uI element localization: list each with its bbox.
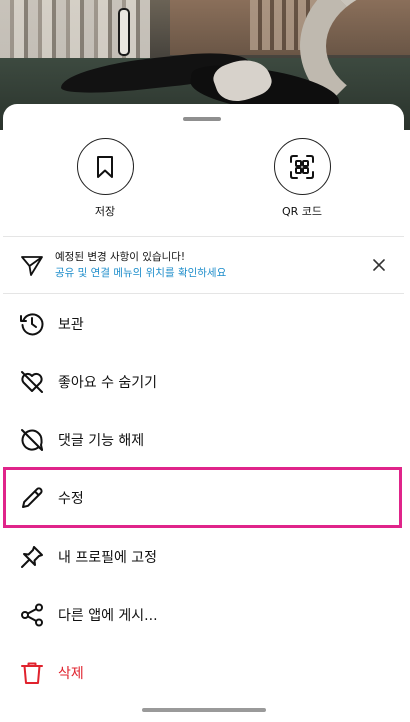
archive-history-icon (20, 313, 44, 336)
home-indicator[interactable] (142, 708, 266, 712)
circle-frame (273, 138, 331, 195)
pin-icon (21, 546, 43, 568)
menu-item-label: 다른 앱에 게시... (58, 608, 158, 624)
menu-item-label: 보관 (58, 317, 84, 333)
options-bottom-sheet: 저장 QR 코드 예정된 변경 사항이 있습니다! 공유 및 연결 메뉴의 위치… (3, 104, 404, 722)
circle-frame (76, 138, 134, 195)
menu-item-label: 댓글 기능 해제 (58, 433, 145, 449)
comment-off-icon (21, 429, 43, 451)
save-button[interactable]: 저장 (50, 138, 160, 219)
menu-item-label: 내 프로필에 고정 (58, 550, 158, 566)
menu-item-hide-likes[interactable]: 좋아요 수 숨기기 (3, 352, 404, 410)
menu-item-delete[interactable]: 삭제 (3, 643, 404, 701)
heart-crossed-icon (21, 371, 43, 393)
menu-item-label: 삭제 (58, 666, 84, 682)
menu-item-label: 좋아요 수 숨기기 (58, 375, 158, 391)
change-notice: 예정된 변경 사항이 있습니다! 공유 및 연결 메뉴의 위치를 확인하세요 (3, 237, 404, 293)
share-icon (21, 603, 43, 627)
qr-code-label: QR 코드 (281, 205, 323, 218)
save-label: 저장 (94, 205, 116, 218)
sheet-grabber[interactable] (183, 117, 221, 121)
qr-code-icon (290, 154, 314, 179)
selection-highlight (3, 467, 402, 528)
qr-code-button[interactable]: QR 코드 (247, 138, 357, 219)
menu-item-turn-off-comments[interactable]: 댓글 기능 해제 (3, 410, 404, 468)
notice-link[interactable]: 공유 및 연결 메뉴의 위치를 확인하세요 (55, 265, 226, 280)
menu-item-pin-to-profile[interactable]: 내 프로필에 고정 (3, 527, 404, 585)
menu-item-archive[interactable]: 보관 (3, 294, 404, 352)
notice-title: 예정된 변경 사항이 있습니다! (55, 251, 186, 263)
close-icon[interactable] (369, 255, 389, 275)
menu-item-share-to-apps[interactable]: 다른 앱에 게시... (3, 585, 404, 643)
bookmark-icon (97, 155, 113, 178)
send-icon (21, 256, 43, 276)
trash-icon (21, 662, 43, 684)
